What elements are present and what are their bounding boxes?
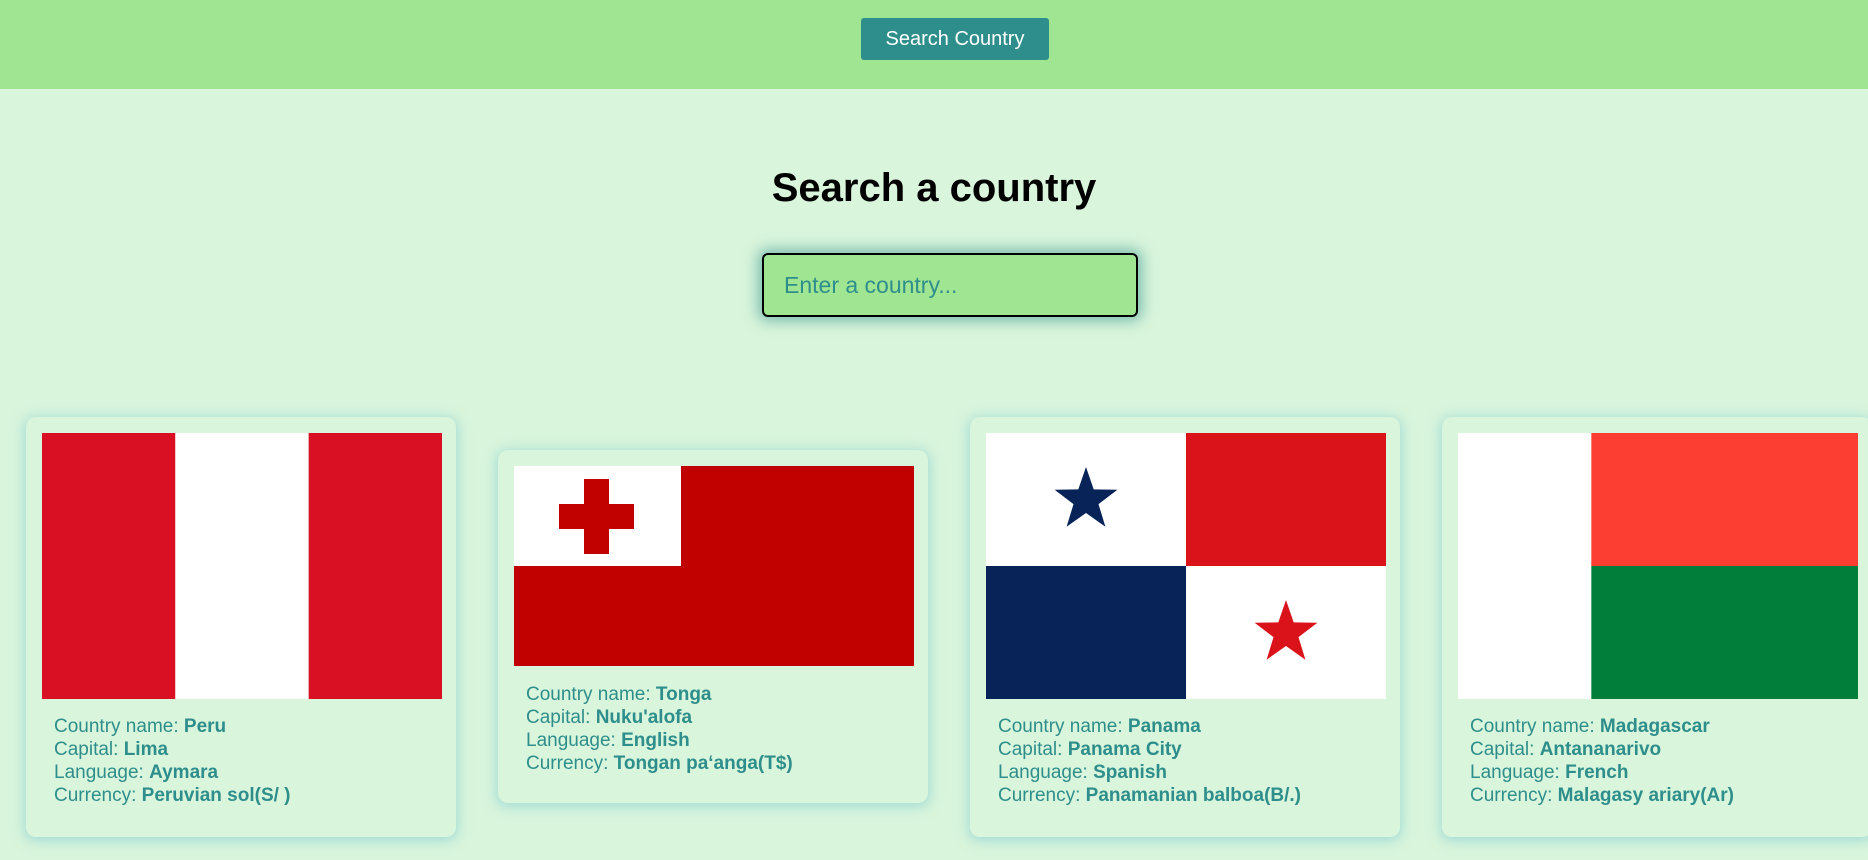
panama-flag-image: [986, 433, 1386, 699]
language-row: Language: Aymara: [54, 762, 219, 783]
country-name-row: Country name: Panama: [998, 716, 1201, 737]
capital-value: Lima: [123, 739, 169, 760]
currency-value: Peruvian sol(S/ ): [141, 785, 291, 806]
country-name-value: Peru: [183, 716, 227, 737]
country-info: Country name: Madagascar Capital: Antana…: [1470, 715, 1734, 807]
capital-row: Capital: Panama City: [998, 739, 1182, 760]
capital-value: Nuku'alofa: [595, 707, 693, 728]
country-info: Country name: Peru Capital: Lima Languag…: [54, 715, 291, 807]
capital-value: Antananarivo: [1539, 739, 1662, 760]
language-row: Language: English: [526, 730, 690, 751]
capital-row: Capital: Antananarivo: [1470, 739, 1662, 760]
country-card-madagascar: Country name: Madagascar Capital: Antana…: [1442, 417, 1868, 837]
capital-row: Capital: Nuku'alofa: [526, 707, 693, 728]
capital-value: Panama City: [1067, 739, 1182, 760]
country-name-row: Country name: Madagascar: [1470, 716, 1710, 737]
currency-value: Malagasy ariary(Ar): [1557, 785, 1735, 806]
language-row: Language: Spanish: [998, 762, 1167, 783]
country-card-peru: Country name: Peru Capital: Lima Languag…: [26, 417, 456, 837]
language-value: Spanish: [1093, 762, 1167, 783]
language-row: Language: French: [1470, 762, 1629, 783]
capital-row: Capital: Lima: [54, 739, 169, 760]
currency-row: Currency: Tongan paʻanga(T$): [526, 753, 793, 774]
top-bar: Search Country: [0, 0, 1868, 89]
language-value: French: [1565, 762, 1629, 783]
madagascar-flag-image: [1458, 433, 1858, 699]
search-input-wrapper: [762, 253, 1138, 317]
country-search-input[interactable]: [764, 255, 1136, 315]
country-info: Country name: Tonga Capital: Nuku'alofa …: [526, 683, 793, 775]
peru-flag-image: [42, 433, 442, 699]
country-info: Country name: Panama Capital: Panama Cit…: [998, 715, 1301, 807]
language-value: English: [621, 730, 690, 751]
currency-row: Currency: Malagasy ariary(Ar): [1470, 785, 1735, 806]
country-name-value: Panama: [1127, 716, 1201, 737]
country-name-row: Country name: Peru: [54, 716, 227, 737]
search-country-button[interactable]: Search Country: [861, 18, 1049, 60]
currency-value: Tongan paʻanga(T$): [613, 753, 793, 774]
country-name-value: Madagascar: [1599, 716, 1710, 737]
currency-value: Panamanian balboa(B/.): [1085, 785, 1302, 806]
country-card-tonga: Country name: Tonga Capital: Nuku'alofa …: [498, 450, 928, 803]
country-name-row: Country name: Tonga: [526, 684, 712, 705]
country-card-panama: Country name: Panama Capital: Panama Cit…: [970, 417, 1400, 837]
language-value: Aymara: [149, 762, 219, 783]
country-name-value: Tonga: [655, 684, 712, 705]
currency-row: Currency: Panamanian balboa(B/.): [998, 785, 1302, 806]
page-title: Search a country: [771, 166, 1097, 210]
tonga-flag-image: [514, 466, 914, 666]
currency-row: Currency: Peruvian sol(S/ ): [54, 785, 291, 806]
